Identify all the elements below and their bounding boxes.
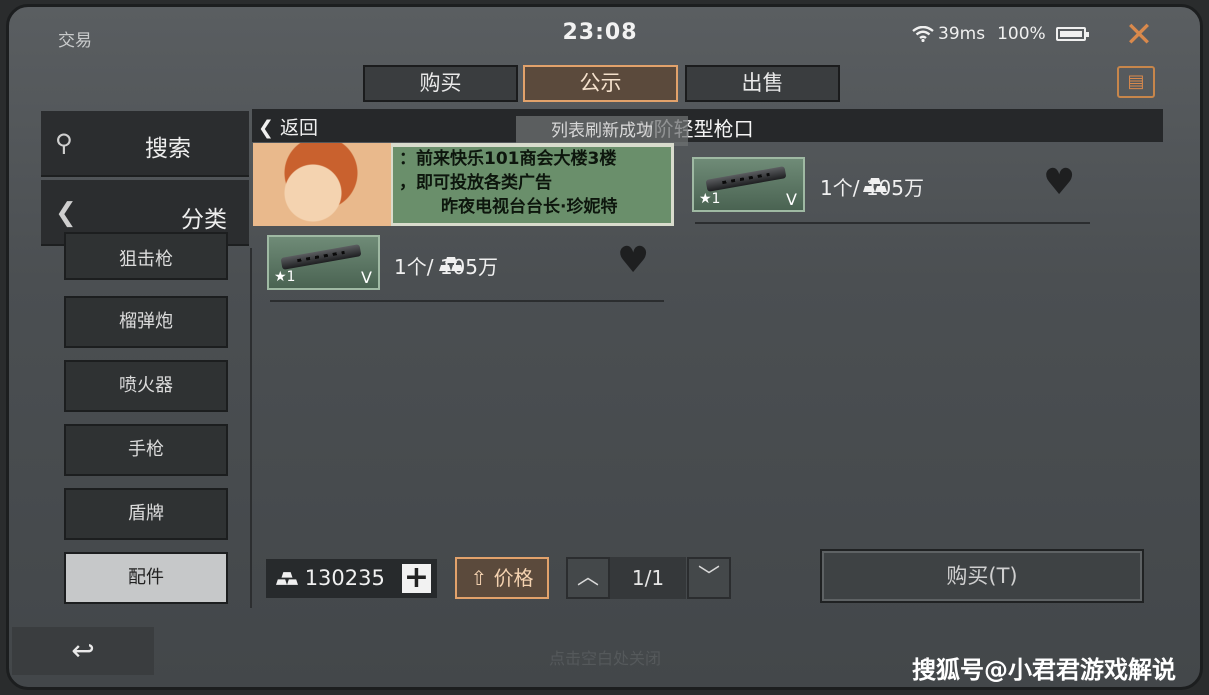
ping-value: 39ms — [938, 24, 986, 44]
battery-percent: 100% — [997, 24, 1046, 44]
category-item-flamethrower[interactable]: 喷火器 — [64, 360, 228, 412]
add-currency-button[interactable]: + — [402, 563, 431, 593]
search-button[interactable]: ⚲ 搜索 — [41, 111, 249, 177]
arrow-up-icon: ⇧ — [470, 566, 488, 590]
gold-bar-icon — [276, 572, 298, 585]
battery-icon — [1055, 27, 1089, 41]
record-button[interactable]: ▤ — [1117, 66, 1155, 98]
category-item-shield[interactable]: 盾牌 — [64, 488, 228, 540]
gold-bar-icon — [863, 178, 887, 192]
search-icon: ⚲ — [55, 129, 73, 157]
wifi-icon — [912, 26, 934, 42]
sort-label: 价格 — [493, 566, 534, 590]
item-grade: V — [361, 268, 372, 287]
sidebar-divider — [250, 248, 252, 608]
category-item-grenade-launcher[interactable]: 榴弹炮 — [64, 296, 228, 348]
gold-bar-icon — [439, 257, 463, 271]
ad-banner[interactable]: ：前来快乐101商会大楼3楼 ，即可投放各类广告 昨夜电视台台长·珍妮特 — [253, 143, 674, 226]
ad-line-2: ，即可投放各类广告 — [399, 173, 552, 193]
buy-button[interactable]: 购买(T) — [820, 549, 1144, 603]
close-button[interactable]: ✕ — [1122, 18, 1156, 52]
plus-icon: + — [403, 560, 430, 595]
favorite-button[interactable]: ♥ — [617, 240, 649, 281]
search-label: 搜索 — [145, 136, 191, 162]
ad-line-3: 昨夜电视台台长·珍妮特 — [441, 197, 618, 217]
currency-balance: 130235 + — [266, 559, 437, 598]
ad-text-panel: ：前来快乐101商会大楼3楼 ，即可投放各类广告 昨夜电视台台长·珍妮特 — [393, 147, 671, 223]
clipboard-icon: ▤ — [1127, 71, 1145, 92]
category-item-attachment[interactable]: 配件 — [64, 552, 228, 604]
undo-arrow-icon: ↩ — [71, 634, 95, 667]
item-thumbnail[interactable]: ★1 V — [267, 235, 380, 290]
tab-sell[interactable]: 出售 — [685, 65, 840, 102]
network-status: 39ms 100% — [912, 24, 1089, 44]
page-indicator: 1/1 — [610, 557, 686, 599]
item-star-level: ★1 — [699, 191, 721, 207]
close-icon: ✕ — [1124, 15, 1154, 55]
tab-announce[interactable]: 公示 — [523, 65, 678, 102]
close-hint: 点击空白处关闭 — [548, 649, 661, 668]
chevron-down-icon: ﹀ — [697, 565, 720, 590]
chevron-left-icon: ❮ — [55, 198, 77, 228]
currency-amount: 130235 — [304, 566, 385, 590]
page-down-button[interactable]: ﹀ — [687, 557, 731, 599]
heart-icon: ♥ — [1043, 162, 1076, 203]
clock: 23:08 — [562, 20, 638, 45]
page-up-button[interactable]: ︿ — [566, 557, 610, 599]
muzzle-icon — [705, 166, 787, 192]
item-divider — [270, 300, 664, 302]
item-thumbnail[interactable]: ★1 V — [692, 157, 805, 212]
sort-by-price-button[interactable]: ⇧ 价格 — [455, 557, 549, 599]
item-grade: V — [786, 190, 797, 209]
chevron-up-icon: ︿ — [576, 565, 599, 590]
muzzle-icon — [280, 244, 362, 270]
chevron-left-icon: ❮ — [258, 117, 274, 139]
category-label: 分类 — [181, 207, 227, 233]
category-item-pistol[interactable]: 手枪 — [64, 424, 228, 476]
category-item-sniper[interactable]: 狙击枪 — [64, 232, 228, 280]
back-button[interactable]: ❮ 返回 — [258, 113, 318, 140]
toast-message: 列表刷新成功 — [516, 116, 688, 146]
tab-buy[interactable]: 购买 — [363, 65, 518, 102]
window-title: 交易 — [58, 31, 92, 51]
return-button[interactable]: ↩ — [12, 627, 154, 675]
ad-line-1: ：前来快乐101商会大楼3楼 — [399, 149, 617, 169]
watermark: 搜狐号@小君君游戏解说 — [912, 656, 1176, 684]
item-star-level: ★1 — [274, 269, 296, 285]
ad-character-image — [253, 143, 391, 226]
back-label: 返回 — [279, 117, 318, 139]
heart-icon: ♥ — [617, 240, 650, 281]
favorite-button[interactable]: ♥ — [1043, 162, 1075, 203]
item-divider — [695, 222, 1090, 224]
